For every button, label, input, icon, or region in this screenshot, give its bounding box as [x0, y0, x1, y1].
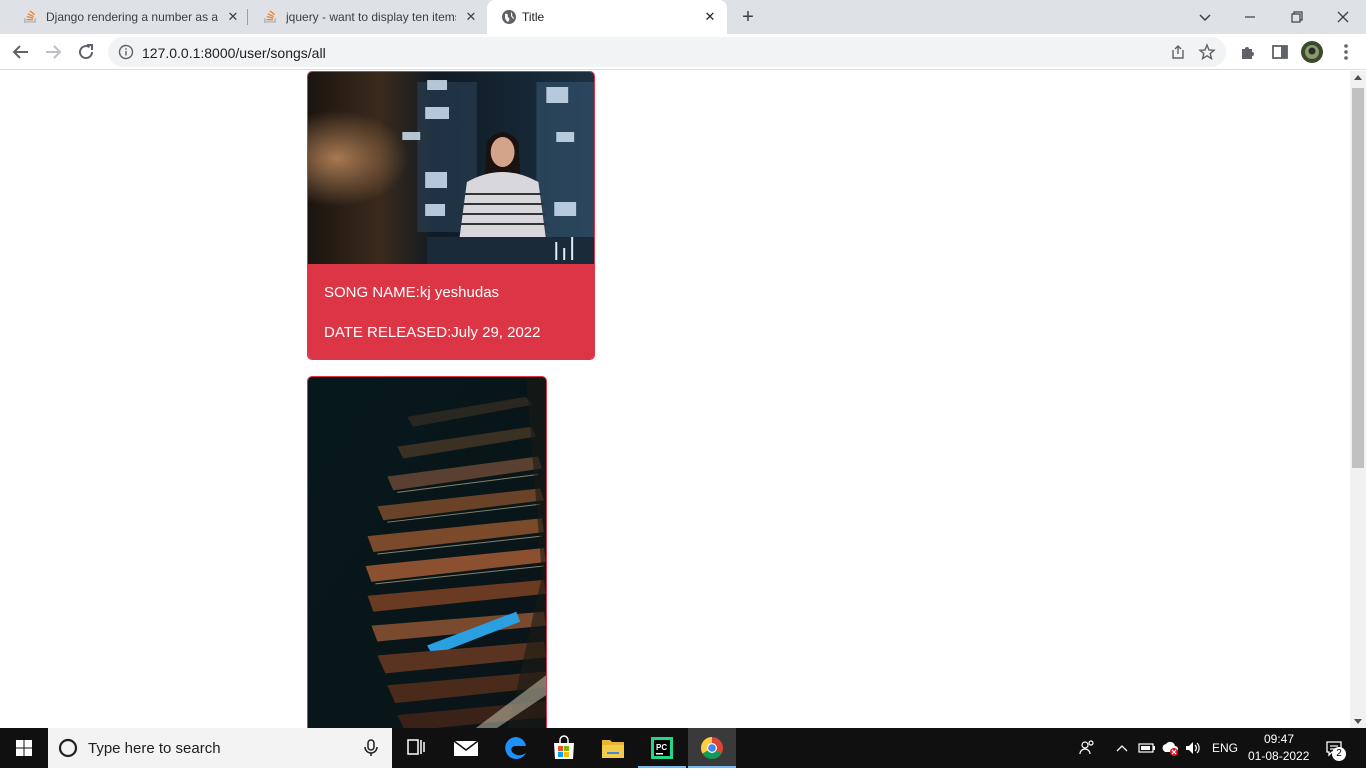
- folder-icon: [602, 740, 624, 758]
- taskbar-store[interactable]: [540, 728, 588, 768]
- close-icon[interactable]: ✕: [701, 8, 719, 26]
- search-placeholder: Type here to search: [88, 740, 221, 757]
- taskbar-chrome[interactable]: [688, 728, 736, 768]
- scroll-up-icon[interactable]: [1354, 75, 1362, 80]
- tab-strip: Django rendering a number as a ✕ jquery …: [0, 0, 1366, 34]
- scroll-down-icon[interactable]: [1354, 719, 1362, 724]
- notification-badge: 2: [1332, 747, 1346, 761]
- edge-icon: [505, 737, 526, 759]
- tab-django[interactable]: Django rendering a number as a ✕: [8, 0, 246, 34]
- reload-icon: [79, 44, 94, 60]
- pycharm-icon: PC: [651, 737, 673, 759]
- action-center-button[interactable]: 2: [1318, 728, 1366, 768]
- page-viewport: SONG NAME:kj yeshudas DATE RELEASED:July…: [0, 71, 1350, 728]
- new-tab-button[interactable]: +: [738, 7, 758, 27]
- restore-button[interactable]: [1285, 5, 1309, 29]
- song-card: SONG NAME:kj yeshudas DATE RELEASED:July…: [307, 71, 595, 360]
- back-arrow-icon: [12, 45, 28, 59]
- extensions-button[interactable]: [1236, 40, 1260, 64]
- clock-date[interactable]: 01-08-2022: [1248, 749, 1309, 763]
- tab-search-button[interactable]: [1193, 5, 1217, 29]
- cortana-icon: [58, 738, 78, 758]
- windows-icon: [16, 740, 32, 756]
- forward-arrow-icon: [46, 45, 62, 59]
- chevron-up-icon[interactable]: [1114, 741, 1130, 755]
- mail-icon: [453, 740, 479, 756]
- share-icon[interactable]: [1170, 44, 1186, 60]
- start-button[interactable]: [0, 728, 48, 768]
- side-panel-icon: [1272, 45, 1288, 59]
- more-vert-icon: [1344, 44, 1348, 60]
- info-icon[interactable]: [118, 44, 134, 60]
- tab-jquery[interactable]: jquery - want to display ten items ✕: [248, 0, 486, 34]
- clock-time[interactable]: 09:47: [1264, 732, 1294, 746]
- puzzle-icon: [1242, 47, 1254, 59]
- task-view-button[interactable]: [392, 728, 440, 768]
- restore-icon: [1291, 11, 1303, 23]
- tab-title-active[interactable]: Title ✕: [487, 0, 727, 34]
- people-icon[interactable]: [1078, 739, 1096, 757]
- date-released: DATE RELEASED:July 29, 2022: [324, 324, 541, 341]
- song-card: [307, 376, 547, 728]
- menu-button[interactable]: [1334, 40, 1358, 64]
- volume-icon[interactable]: [1184, 739, 1202, 757]
- profile-button[interactable]: [1300, 40, 1324, 64]
- chevron-down-icon: [1199, 14, 1211, 22]
- taskbar: Type here to search PC ENG 09:47 01-08-2…: [0, 728, 1366, 768]
- stackoverflow-icon: [264, 10, 276, 23]
- tab-title: jquery - want to display ten items: [286, 10, 456, 24]
- svg-text:PC: PC: [656, 743, 667, 752]
- song-name: SONG NAME:kj yeshudas: [324, 284, 500, 301]
- taskbar-file-explorer[interactable]: [589, 728, 637, 768]
- microphone-icon[interactable]: [363, 739, 379, 757]
- battery-icon[interactable]: [1138, 740, 1156, 756]
- taskbar-search[interactable]: Type here to search: [48, 728, 392, 768]
- window-close-button[interactable]: [1331, 5, 1355, 29]
- stackoverflow-icon: [24, 10, 36, 23]
- close-icon: [1337, 11, 1349, 23]
- url-text[interactable]: 127.0.0.1:8000/user/songs/all: [142, 45, 326, 61]
- taskbar-edge[interactable]: [492, 728, 540, 768]
- card-body: SONG NAME:kj yeshudas DATE RELEASED:July…: [308, 264, 594, 359]
- side-panel-button[interactable]: [1268, 40, 1292, 64]
- reload-button[interactable]: [74, 40, 98, 64]
- globe-icon: [502, 10, 516, 24]
- language-indicator[interactable]: ENG: [1212, 741, 1238, 755]
- vertical-scrollbar[interactable]: [1350, 71, 1366, 728]
- address-bar[interactable]: 127.0.0.1:8000/user/songs/all: [108, 37, 1226, 67]
- onedrive-icon[interactable]: [1160, 739, 1180, 757]
- tab-title: Django rendering a number as a: [46, 10, 218, 24]
- bookmark-star-icon[interactable]: [1198, 43, 1216, 61]
- browser-toolbar: 127.0.0.1:8000/user/songs/all: [0, 34, 1366, 70]
- close-icon[interactable]: ✕: [462, 8, 480, 26]
- minimize-button[interactable]: [1238, 5, 1262, 29]
- forward-button[interactable]: [41, 40, 65, 64]
- scroll-thumb[interactable]: [1352, 88, 1364, 468]
- taskbar-pycharm[interactable]: PC: [638, 728, 686, 768]
- store-icon: [554, 735, 574, 759]
- taskbar-mail[interactable]: [442, 728, 490, 768]
- song-image: [308, 72, 594, 264]
- song-image: [308, 377, 546, 728]
- close-icon[interactable]: ✕: [224, 8, 242, 26]
- minimize-icon: [1245, 16, 1255, 18]
- tab-title: Title: [522, 10, 545, 24]
- chrome-icon: [701, 737, 723, 759]
- back-button[interactable]: [9, 40, 33, 64]
- avatar: [1301, 41, 1323, 63]
- task-view-icon: [407, 739, 425, 755]
